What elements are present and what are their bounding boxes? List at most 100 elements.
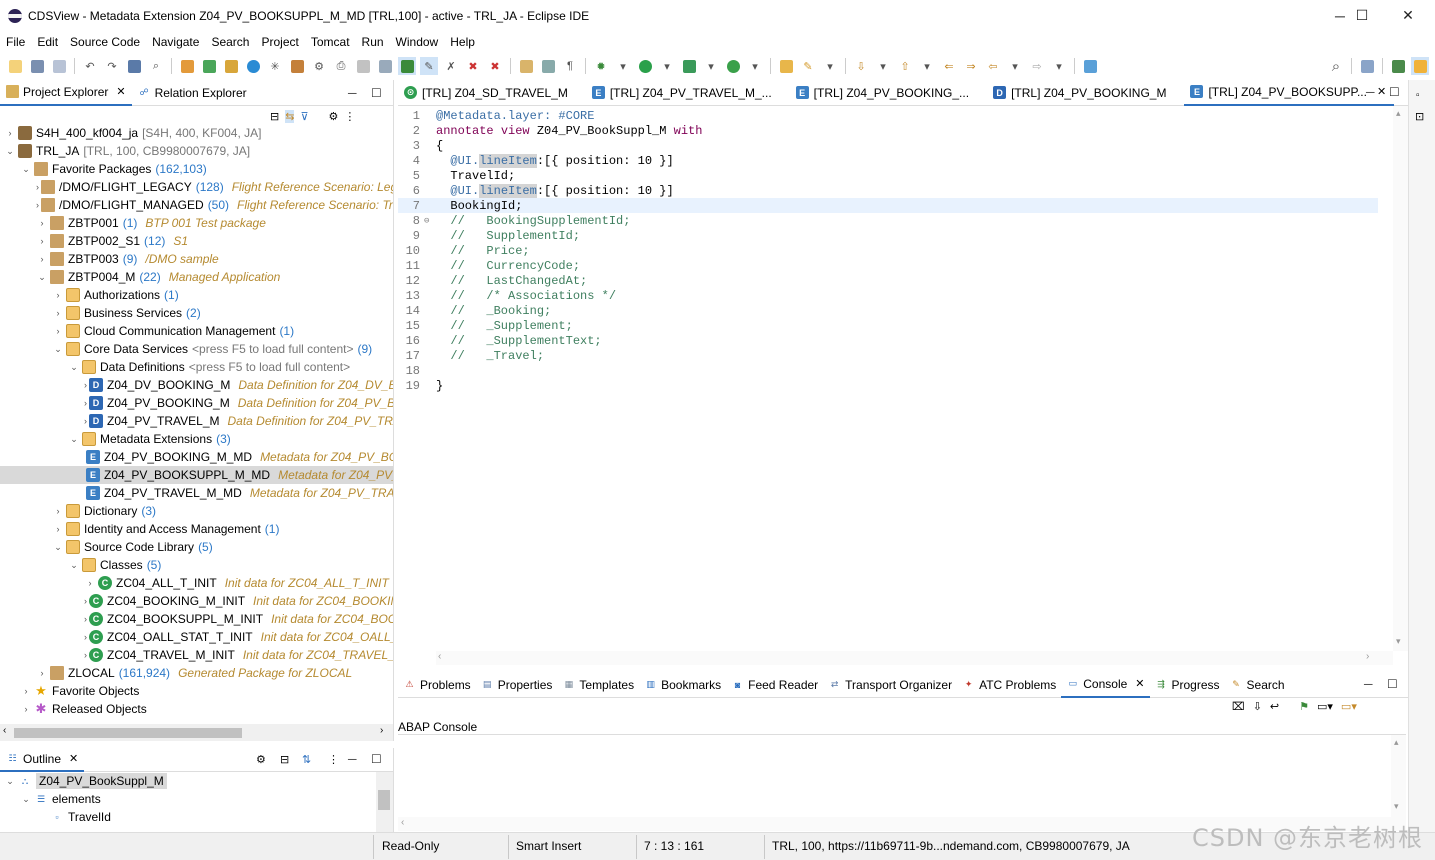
chevron-down-icon[interactable]: ⌄: [68, 560, 80, 571]
code-line[interactable]: 11 // CurrencyCode;: [398, 258, 1378, 273]
code-line[interactable]: 17 // _Travel;: [398, 348, 1378, 363]
save-icon[interactable]: [28, 57, 46, 75]
menu-edit[interactable]: Edit: [31, 35, 64, 49]
external-tools-icon[interactable]: [724, 57, 742, 75]
dropdown-icon[interactable]: ▾: [746, 57, 764, 75]
tree-item[interactable]: › Identity and Access Management (1): [0, 520, 393, 538]
tab-console[interactable]: ▭ Console ✕: [1061, 672, 1150, 698]
code-line[interactable]: 12 // LastChangedAt;: [398, 273, 1378, 288]
tree-item[interactable]: ⌄ Metadata Extensions (3): [0, 430, 393, 448]
editor-tab[interactable]: E [TRL] Z04_PV_TRAVEL_M_...: [586, 80, 780, 106]
chevron-down-icon[interactable]: ⌄: [36, 272, 48, 283]
tab-problems[interactable]: ⚠ Problems: [398, 672, 476, 698]
outline-minimized-icon[interactable]: ⊡: [1415, 110, 1424, 123]
code-line[interactable]: 2 annotate view Z04_PV_BookSuppl_M with: [398, 123, 1378, 138]
chevron-right-icon[interactable]: ›: [52, 290, 64, 300]
next-annotation-icon[interactable]: ⇩: [852, 57, 870, 75]
maximize-icon[interactable]: ☐: [371, 752, 382, 766]
debug-icon[interactable]: ✹: [592, 57, 610, 75]
code-line[interactable]: 3{: [398, 138, 1378, 153]
run-config-icon[interactable]: [680, 57, 698, 75]
open-abap-icon[interactable]: [178, 57, 196, 75]
tree-item[interactable]: ⌄ Data Definitions <press F5 to load full …: [0, 358, 393, 376]
chevron-right-icon[interactable]: ›: [84, 380, 87, 390]
dropdown-icon[interactable]: ▾: [614, 57, 632, 75]
menu-window[interactable]: Window: [390, 35, 445, 49]
tab-progress[interactable]: ⇶ Progress: [1150, 672, 1225, 698]
chevron-right-icon[interactable]: ›: [84, 596, 87, 606]
editor-tab[interactable]: E [TRL] Z04_PV_BOOKSUPP... ✕: [1184, 79, 1395, 106]
outline-item[interactable]: ⌄ ☰ elements: [0, 790, 376, 808]
outline-filter-icon[interactable]: ⚙: [256, 753, 266, 766]
chevron-right-icon[interactable]: ›: [4, 128, 16, 138]
remove-icon[interactable]: ✖: [464, 57, 482, 75]
menu-run[interactable]: Run: [356, 35, 390, 49]
editor-tab[interactable]: E [TRL] Z04_PV_BOOKING_...: [790, 80, 977, 106]
code-line[interactable]: 1 @Metadata.layer: #CORE: [398, 108, 1378, 123]
maximize-icon[interactable]: ☐: [1387, 677, 1398, 691]
scroll-up-icon[interactable]: ▴: [1394, 737, 1399, 748]
filter-icon[interactable]: ⊽: [300, 110, 308, 123]
chevron-right-icon[interactable]: ›: [36, 236, 48, 246]
maximize-button[interactable]: ☐: [1339, 0, 1385, 31]
editor-horizontal-scrollbar[interactable]: ‹ ›: [436, 651, 1393, 665]
tree-item[interactable]: E Z04_PV_BOOKING_M_MD Metadata for Z04_PV_…: [0, 448, 393, 466]
format-icon[interactable]: [517, 57, 535, 75]
chevron-down-icon[interactable]: ⌄: [52, 344, 64, 355]
menu-help[interactable]: Help: [444, 35, 481, 49]
tab-outline[interactable]: ☷ Outline ✕: [0, 747, 85, 772]
scroll-left-icon[interactable]: ‹: [3, 725, 6, 736]
tree-item[interactable]: ⌄ Core Data Services <press F5 to load ful…: [0, 340, 393, 358]
chevron-right-icon[interactable]: ›: [36, 182, 39, 192]
tab-atc-problems[interactable]: ✦ ATC Problems: [957, 672, 1061, 698]
code-line[interactable]: 16 // _SupplementText;: [398, 333, 1378, 348]
chevron-right-icon[interactable]: ›: [52, 506, 64, 516]
chevron-right-icon[interactable]: ›: [52, 308, 64, 318]
tab-properties[interactable]: ▤ Properties: [476, 672, 558, 698]
open-folder-icon[interactable]: [777, 57, 795, 75]
print-icon[interactable]: ⎙: [332, 57, 350, 75]
close-button[interactable]: ✕: [1385, 0, 1431, 31]
dropdown-icon[interactable]: ▾: [658, 57, 676, 75]
chevron-down-icon[interactable]: ⌄: [4, 146, 16, 157]
editor-vertical-scrollbar[interactable]: ▴ ▾: [1393, 106, 1408, 651]
clear-console-icon[interactable]: ⌧: [1232, 700, 1245, 713]
chevron-down-icon[interactable]: ⌄: [52, 542, 64, 553]
code-line[interactable]: 5 TravelId;: [398, 168, 1378, 183]
chevron-right-icon[interactable]: ›: [36, 254, 48, 264]
menu-tomcat[interactable]: Tomcat: [305, 35, 356, 49]
console-scrollbar[interactable]: ▴ ▾: [1391, 735, 1406, 817]
more-options-icon[interactable]: ⋮: [328, 753, 339, 766]
minimize-icon[interactable]: ─: [348, 752, 357, 766]
code-line[interactable]: 14 // _Booking;: [398, 303, 1378, 318]
tree-item[interactable]: E Z04_PV_TRAVEL_M_MD Metadata for Z04_PV_T…: [0, 484, 393, 502]
activate-icon[interactable]: ✳: [266, 57, 284, 75]
highlight-icon[interactable]: ✎: [420, 57, 438, 75]
tree-item[interactable]: › Cloud Communication Management (1): [0, 322, 393, 340]
last-edit-icon[interactable]: ⇐: [940, 57, 958, 75]
menu-project[interactable]: Project: [255, 35, 304, 49]
chevron-right-icon[interactable]: ›: [84, 416, 87, 426]
tree-item[interactable]: ⌄ TRL_JA [TRL, 100, CB9980007679, JA]: [0, 142, 393, 160]
tree-item[interactable]: › Dictionary (3): [0, 502, 393, 520]
chevron-right-icon[interactable]: ›: [84, 398, 87, 408]
code-line[interactable]: 6 @UI.lineItem:[{ position: 10 }]: [398, 183, 1378, 198]
block-icon[interactable]: [539, 57, 557, 75]
sort-icon[interactable]: ⇅: [302, 753, 311, 766]
console-output[interactable]: [398, 734, 1406, 817]
pin-console-icon[interactable]: ⚑: [1299, 700, 1309, 713]
menu-file[interactable]: File: [0, 35, 31, 49]
chevron-right-icon[interactable]: ›: [52, 524, 64, 534]
tree-item[interactable]: › C ZC04_OALL_STAT_T_INIT Init data for ZC0…: [0, 628, 393, 646]
tree-item[interactable]: ⌄ Favorite Packages (162,103): [0, 160, 393, 178]
dropdown-icon[interactable]: ▾: [821, 57, 839, 75]
tree-item[interactable]: › ZBTP001 (1) BTP 001 Test package: [0, 214, 393, 232]
abap-perspective-icon[interactable]: [1389, 57, 1407, 75]
tree-item[interactable]: › C ZC04_BOOKSUPPL_M_INIT Init data for ZC0…: [0, 610, 393, 628]
code-line[interactable]: 8 ⊖ // BookingSupplementId;: [398, 213, 1378, 228]
tree-item[interactable]: › ✱ Released Objects: [0, 700, 393, 718]
redo-icon[interactable]: ↷: [103, 57, 121, 75]
menu-navigate[interactable]: Navigate: [146, 35, 205, 49]
tab-project-explorer[interactable]: Project Explorer ✕: [0, 79, 132, 106]
chevron-right-icon[interactable]: ›: [20, 686, 32, 696]
